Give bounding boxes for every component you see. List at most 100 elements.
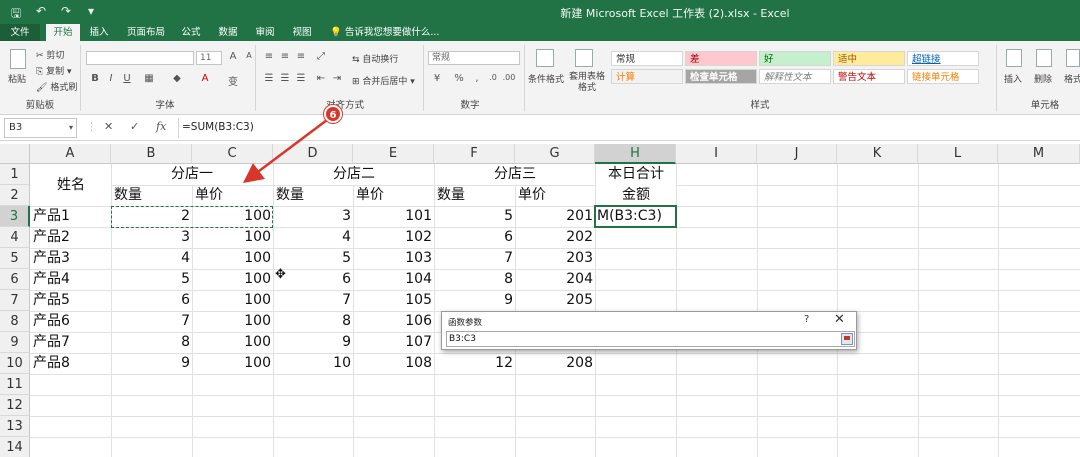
fill-color-icon[interactable]: ◆ [170, 73, 184, 84]
tab-formulas[interactable]: 公式 [176, 24, 206, 41]
decrease-indent-icon[interactable]: ⇤ [314, 73, 328, 84]
cell-c7[interactable]: 100 [192, 290, 273, 311]
cell-a10[interactable]: 产品8 [30, 353, 111, 374]
style-good[interactable]: 好 [759, 51, 831, 66]
cell-e7[interactable]: 105 [353, 290, 434, 311]
insert-function-icon[interactable]: fx [156, 120, 166, 133]
cell-c10[interactable]: 100 [192, 353, 273, 374]
row-header-7[interactable]: 7 [0, 290, 30, 311]
underline-icon[interactable]: U [120, 73, 134, 84]
cell-b3[interactable]: 2 [111, 206, 192, 227]
cell-b4[interactable]: 3 [111, 227, 192, 248]
cell-d9[interactable]: 9 [273, 332, 353, 353]
cell-f5[interactable]: 7 [434, 248, 515, 269]
col-header-l[interactable]: L [918, 144, 998, 164]
align-left-icon[interactable]: ☰ [262, 73, 276, 84]
row-header-12[interactable]: 12 [0, 395, 30, 416]
cell-b8[interactable]: 7 [111, 311, 192, 332]
align-middle-icon[interactable]: ≡ [278, 51, 292, 62]
borders-icon[interactable]: ▦ [142, 73, 156, 84]
col-header-b[interactable]: B [111, 144, 192, 164]
grow-font-icon[interactable]: A [226, 51, 240, 62]
cell-d7[interactable]: 7 [273, 290, 353, 311]
help-icon[interactable]: ? [804, 314, 809, 325]
cell-c9[interactable]: 100 [192, 332, 273, 353]
orientation-icon[interactable]: ⤢ [314, 51, 328, 62]
font-size-combo[interactable]: 11 [196, 51, 222, 65]
tab-review[interactable]: 审阅 [250, 24, 280, 41]
cell-h2[interactable]: 金额 [596, 185, 676, 206]
insert-cells-icon[interactable] [1006, 49, 1022, 67]
col-header-c[interactable]: C [192, 144, 273, 164]
accounting-format-icon[interactable]: ¥ [430, 73, 444, 84]
cell-a6[interactable]: 产品4 [30, 269, 111, 290]
style-bad[interactable]: 差 [685, 51, 757, 66]
row-header-4[interactable]: 4 [0, 227, 30, 248]
style-check-cell[interactable]: 检查单元格 [685, 69, 757, 84]
col-header-f[interactable]: F [434, 144, 515, 164]
format-cells-icon[interactable] [1066, 49, 1080, 67]
col-header-j[interactable]: J [757, 144, 837, 164]
dialog-reference-input[interactable]: B3:C3 [446, 331, 855, 347]
format-painter-button[interactable]: 🖌 格式刷 [36, 80, 77, 93]
cancel-entry-icon[interactable]: ✕ [104, 120, 113, 133]
cell-b1-store1-header[interactable]: 分店一 [112, 164, 272, 185]
active-cell-h3[interactable]: M(B3:C3) [594, 205, 677, 228]
cell-f6[interactable]: 8 [434, 269, 515, 290]
row-header-2[interactable]: 2 [0, 185, 30, 206]
chevron-down-icon[interactable]: ▾ [69, 119, 73, 137]
cell-d2[interactable]: 数量 [273, 185, 353, 206]
copy-button[interactable]: ⎘ 复制 ▾ [36, 64, 71, 77]
delete-cells-icon[interactable] [1036, 49, 1052, 67]
row-header-5[interactable]: 5 [0, 248, 30, 269]
style-neutral[interactable]: 适中 [833, 51, 905, 66]
cell-e5[interactable]: 103 [353, 248, 434, 269]
decrease-decimal-icon[interactable]: .00 [502, 73, 516, 82]
col-header-m[interactable]: M [998, 144, 1080, 164]
font-color-icon[interactable]: A [198, 73, 212, 84]
name-box[interactable]: B3 ▾ [4, 118, 77, 138]
align-top-icon[interactable]: ≡ [262, 51, 276, 62]
cell-f2[interactable]: 数量 [434, 185, 515, 206]
col-header-g[interactable]: G [515, 144, 595, 164]
cell-b5[interactable]: 4 [111, 248, 192, 269]
row-header-3[interactable]: 3 [0, 206, 30, 227]
cell-b9[interactable]: 8 [111, 332, 192, 353]
row-header-14[interactable]: 14 [0, 437, 30, 457]
cell-g6[interactable]: 204 [515, 269, 595, 290]
delete-cells-button[interactable]: 删除 [1034, 72, 1052, 85]
cell-e6[interactable]: 104 [353, 269, 434, 290]
row-header-10[interactable]: 10 [0, 353, 30, 374]
row-header-9[interactable]: 9 [0, 332, 30, 353]
row-header-11[interactable]: 11 [0, 374, 30, 395]
style-calculation[interactable]: 计算 [611, 69, 683, 84]
col-header-a[interactable]: A [30, 144, 111, 164]
phonetic-icon[interactable]: 变 [226, 73, 240, 88]
cell-d8[interactable]: 8 [273, 311, 353, 332]
paste-button[interactable]: 粘贴 [8, 72, 26, 85]
cell-f3[interactable]: 5 [434, 206, 515, 227]
increase-indent-icon[interactable]: ⇥ [330, 73, 344, 84]
row-header-8[interactable]: 8 [0, 311, 30, 332]
conditional-formatting-icon[interactable] [536, 49, 554, 67]
cell-g3[interactable]: 201 [515, 206, 595, 227]
cell-d3[interactable]: 3 [273, 206, 353, 227]
insert-cells-button[interactable]: 插入 [1004, 72, 1022, 85]
bold-icon[interactable]: B [88, 73, 102, 84]
cell-a1-name-header[interactable]: 姓名 [31, 164, 111, 206]
cell-c8[interactable]: 100 [192, 311, 273, 332]
cell-h1-total-header[interactable]: 本日合计 [596, 164, 676, 185]
font-name-combo[interactable] [86, 51, 194, 65]
merge-center-button[interactable]: ⊞ 合并后居中 ▾ [352, 74, 415, 87]
confirm-entry-icon[interactable]: ✓ [130, 120, 139, 133]
tab-insert[interactable]: 插入 [84, 24, 114, 41]
cell-a3[interactable]: 产品1 [30, 206, 111, 227]
formula-input[interactable]: =SUM(B3:C3) [178, 118, 1076, 138]
format-cells-button[interactable]: 格式 [1064, 72, 1080, 85]
cell-b2[interactable]: 数量 [111, 185, 192, 206]
cell-c5[interactable]: 100 [192, 248, 273, 269]
cell-c3[interactable]: 100 [192, 206, 273, 227]
align-right-icon[interactable]: ☰ [294, 73, 308, 84]
close-icon[interactable]: ✕ [834, 312, 845, 327]
style-normal[interactable]: 常规 [611, 51, 683, 66]
